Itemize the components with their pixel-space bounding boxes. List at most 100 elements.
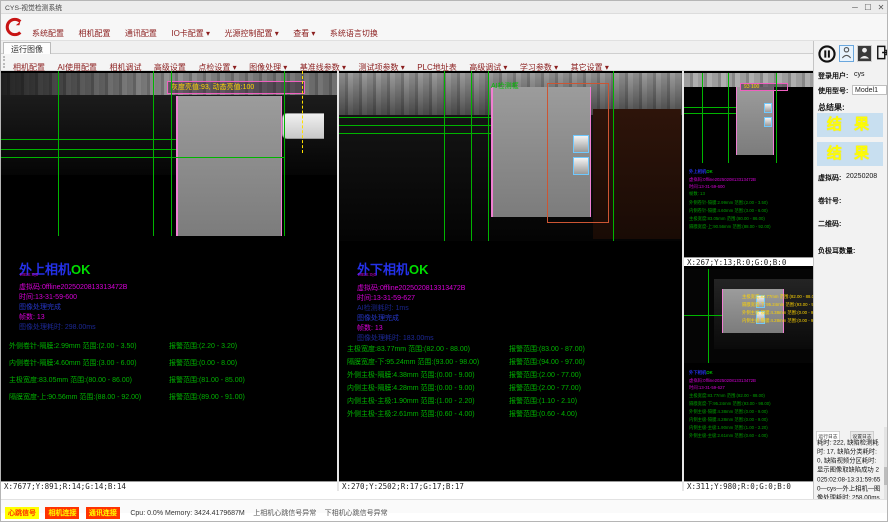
statusbar: 心跳信号 相机连接 通讯连接 Cpu: 0.0% Memory: 3424.41… <box>1 499 888 513</box>
measure-hline <box>684 107 736 108</box>
measure-hline <box>1 149 176 150</box>
measurement-alarm: 报警范围:(0.60 - 4.00) <box>509 409 577 419</box>
measurement-text: 隔膜宽度-上:90.56mm 范围:(88.00 - 92.00) <box>9 394 141 401</box>
measure-hline <box>339 133 491 134</box>
heartbeat-badge: 心跳信号 <box>5 507 39 519</box>
virtual-code-value: 20250208 <box>846 173 877 180</box>
user-account-button[interactable] <box>857 45 872 62</box>
left-frames-line: 帧数: 13 <box>19 312 45 322</box>
thumb-text-line: 外上相机OK <box>689 168 713 174</box>
negative-tab-count-label: 负极耳数量: <box>818 246 855 256</box>
measure-vline <box>613 71 614 241</box>
measurement-alarm: 报警范围:(0.00 - 8.00) <box>169 358 237 368</box>
menu-items: 系统配置 相机配置 通讯配置 IO卡配置 ▾ 光源控制配置 ▾ 查看 ▾ 系统语… <box>27 23 383 41</box>
thumbnail-column: 93 100 外上相机OK 虚拟码:0ffline202502081331347… <box>684 71 813 491</box>
middle-coordinate-bar: X:270;Y:2502;R:17;G:17;B:17 <box>339 481 682 491</box>
measurement-text: 外侧卷针-隔膜:2.99mm 范围:(2.00 - 3.50) <box>9 343 137 350</box>
thumb-text-line: 内侧卷针-隔膜:4.60mm 范围:(3.00 - 6.00) <box>689 207 768 213</box>
middle-ai-detect-box <box>547 83 609 223</box>
measure-hline <box>684 315 722 316</box>
menu-light-config[interactable]: 光源控制配置 ▾ <box>220 26 284 41</box>
left-mes-line: MES:0|0 <box>20 273 38 278</box>
minimize-button[interactable]: ─ <box>849 2 861 13</box>
thumb-text-line: 外下相机OK <box>689 369 713 375</box>
camera-ok-status: OK <box>706 371 712 375</box>
status-items: 心跳信号 相机连接 通讯连接 Cpu: 0.0% Memory: 3424.41… <box>5 502 388 520</box>
measurement-text: 主极宽度:83.05mm 范围:(80.00 - 86.00) <box>9 377 132 384</box>
middle-camera-panel[interactable]: AI检测框 外下相机OK MES:0|0 虚拟码:0ffline20250208… <box>339 71 682 491</box>
login-user-value: cys <box>854 71 865 78</box>
measurement-row: 主极宽度:83.77mm 范围:(82.00 - 88.00) 报警范围:(83… <box>347 344 470 354</box>
thumb-overlay-value: 隔膜宽度-下:95.24mm 范围:(93.00 - 98.00) <box>742 301 813 307</box>
tab-strip: 运行图像 <box>1 41 813 54</box>
measurement-row: 内侧卷针-隔膜:4.60mm 范围:(3.00 - 6.00) 报警范围:(0.… <box>9 358 137 368</box>
log-scrollbar[interactable] <box>884 427 888 499</box>
measure-vline <box>488 71 489 241</box>
menu-language-switch[interactable]: 系统语言切换 <box>325 26 383 41</box>
left-time-line: 时间:13-31-59-600 <box>19 292 77 302</box>
thumb-top-image[interactable]: 93 100 <box>684 73 813 163</box>
menu-system-config[interactable]: 系统配置 <box>27 26 69 41</box>
measure-vline <box>284 71 285 236</box>
left-elapsed-line: 图像处理耗时: 298.00ms <box>19 322 96 332</box>
camera-ok-status: OK <box>706 170 712 174</box>
middle-ai-label: AI检测框 <box>491 81 519 91</box>
measurement-alarm: 报警范围:(2.00 - 77.00) <box>509 383 581 393</box>
main-view: 灰度亮值:93, 动态亮值:100 外上相机OK MES:0|0 虚拟码:0ff… <box>1 71 813 491</box>
measurement-alarm: 报警范围:(2.20 - 3.20) <box>169 341 237 351</box>
camera-ok-status: OK <box>71 262 91 277</box>
qr-code-label: 二维码: <box>818 219 841 229</box>
user-login-button[interactable] <box>839 45 854 62</box>
menu-camera-config[interactable]: 相机配置 <box>73 26 115 41</box>
middle-frames-line: 帧数: 13 <box>357 323 383 333</box>
measurement-text: 内侧卷针-隔膜:4.60mm 范围:(3.00 - 6.00) <box>9 360 137 367</box>
thumb-text-line: 主极宽度:83.77mm 范围:(82.00 - 88.00) <box>689 392 765 398</box>
log-scrollbar-thumb[interactable] <box>884 467 888 485</box>
close-button[interactable]: ✕ <box>875 2 887 13</box>
middle-elapsed-line: 图像处理耗时: 183.00ms <box>357 333 434 343</box>
camera-name: 外下相机 <box>689 371 706 375</box>
thumb-text-line: 虚拟码:0ffline2025020813313472B <box>689 176 756 182</box>
measurement-text: 内侧主极-主极:1.90mm 范围:(1.00 - 2.20) <box>347 398 475 405</box>
toolbar: 相机配置 AI使用配置 相机调试 高级设置 点检设置 ▾ 图像处理 ▾ 基准线参… <box>1 54 813 71</box>
sidebar: 登录用户: cys 使用型号: Model1 总结果: 结 果 结 果 虚拟码:… <box>813 41 888 499</box>
middle-time-line: 时间:13-31-59-627 <box>357 293 415 303</box>
measure-hline <box>339 125 491 126</box>
pause-button[interactable] <box>817 45 836 62</box>
camera-ok-status: OK <box>409 262 429 277</box>
app-logo-icon <box>5 17 23 37</box>
model-label: 使用型号: <box>818 86 848 96</box>
toolbar-grip[interactable] <box>3 56 6 68</box>
measurement-alarm: 报警范围:(94.00 - 97.00) <box>509 357 585 367</box>
measure-vline <box>153 71 154 236</box>
measurement-row: 隔膜宽度-上:90.56mm 范围:(88.00 - 92.00) 报警范围:(… <box>9 392 141 402</box>
measure-vline <box>444 71 445 241</box>
model-select[interactable]: Model1 <box>852 85 887 95</box>
thumb-bottom-coordinate-bar: X:311;Y:980;R:0;G:0;B:0 <box>684 481 813 491</box>
measurement-alarm: 报警范围:(89.00 - 91.00) <box>169 392 245 402</box>
thumb-bottom-image[interactable]: 主极宽度:83.77mm 范围:(82.00 - 88.00) 隔膜宽度-下:9… <box>684 269 813 363</box>
measurement-text: 主极宽度:83.77mm 范围:(82.00 - 88.00) <box>347 346 470 353</box>
left-clamp-arm <box>282 113 324 139</box>
measure-vline <box>702 73 703 163</box>
measurement-text: 外侧主极-隔膜:4.38mm 范围:(0.00 - 9.00) <box>347 372 475 379</box>
window-title: CYS-视觉检测系统 <box>5 3 62 12</box>
camera-name: 外上相机 <box>689 170 706 174</box>
measurement-row: 内侧主极-隔膜:4.28mm 范围:(0.00 - 9.00) 报警范围:(2.… <box>347 383 475 393</box>
left-camera-panel[interactable]: 灰度亮值:93, 动态亮值:100 外上相机OK MES:0|0 虚拟码:0ff… <box>1 71 337 491</box>
thumb-text-line: 外侧卷针-隔膜:2.99mm 范围:(2.00 - 3.50) <box>689 199 768 205</box>
virtual-code-label: 虚拟码: <box>818 173 841 183</box>
menu-comm-config[interactable]: 通讯配置 <box>120 26 162 41</box>
result-badge-bottom: 结 果 <box>817 142 883 166</box>
measure-hline <box>684 113 736 114</box>
measure-vline <box>776 73 777 163</box>
thumb-text-line: 主极宽度:83.05mm 范围:(80.00 - 86.00) <box>689 215 765 221</box>
maximize-button[interactable]: ☐ <box>862 2 874 13</box>
exit-button[interactable] <box>875 45 888 62</box>
thumb-text-line: 内侧主极-隔膜:4.28mm 范围:(0.00 - 9.00) <box>689 416 768 422</box>
measure-vline <box>171 71 172 236</box>
menu-view[interactable]: 查看 ▾ <box>288 26 320 41</box>
menu-io-config[interactable]: IO卡配置 ▾ <box>166 26 215 41</box>
thumb-text-line: 虚拟码:0ffline2025020813313472B <box>689 377 756 383</box>
cpu-memory-text: Cpu: 0.0% Memory: 3424.4179687M <box>130 510 244 517</box>
